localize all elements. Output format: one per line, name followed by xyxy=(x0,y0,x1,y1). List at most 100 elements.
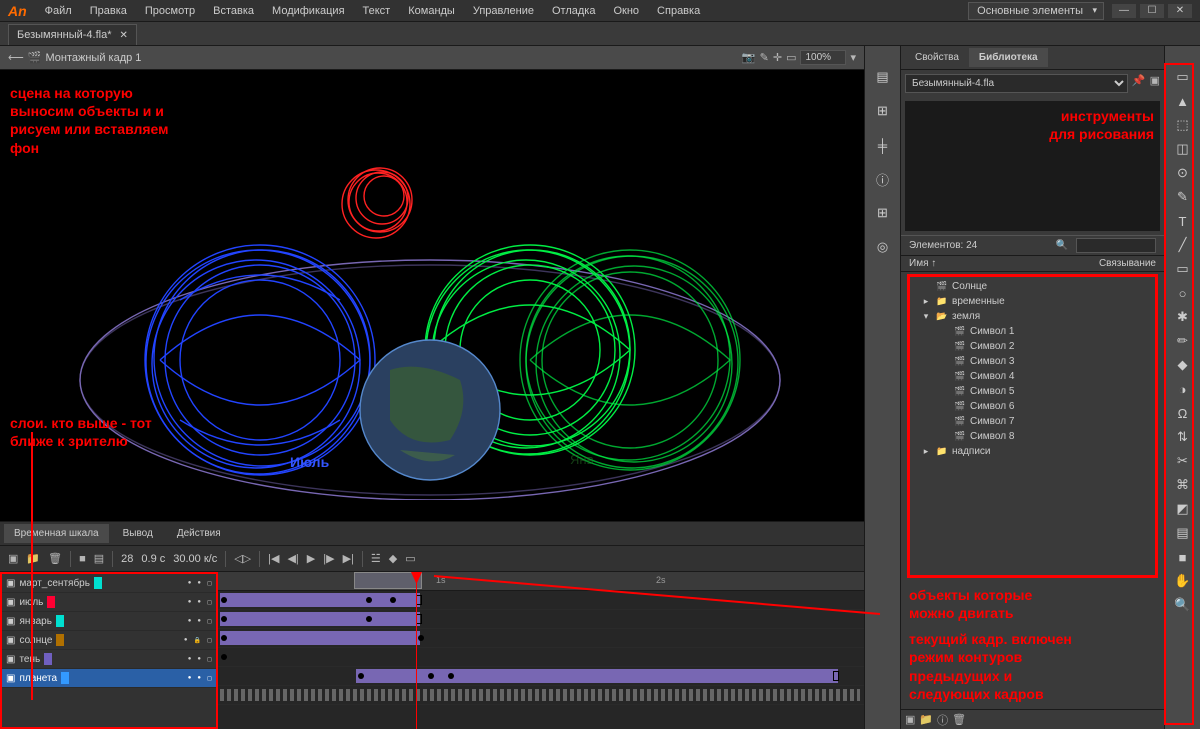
tool-button-19[interactable]: ▤ xyxy=(1172,522,1194,544)
panel-icon-2[interactable]: ╪ xyxy=(872,134,894,156)
layer-row[interactable]: ▣планета●●◻ xyxy=(2,669,216,688)
insert-frame-icon[interactable]: ▭ xyxy=(405,552,415,565)
menu-file[interactable]: Файл xyxy=(37,2,80,20)
menu-modify[interactable]: Модификация xyxy=(264,2,353,20)
layer-color-swatch[interactable] xyxy=(47,596,55,608)
tool-button-8[interactable]: ▭ xyxy=(1172,258,1194,280)
tool-button-7[interactable]: ╱ xyxy=(1172,234,1194,256)
panel-icon-3[interactable]: ⓘ xyxy=(872,168,894,190)
maximize-button[interactable]: ☐ xyxy=(1140,4,1164,18)
camera-icon[interactable]: 📷 xyxy=(742,51,756,64)
expand-icon[interactable]: ▸ xyxy=(920,446,932,457)
pin-icon[interactable]: 📌 xyxy=(1132,74,1146,93)
tool-button-12[interactable]: ◆ xyxy=(1172,354,1194,376)
layer-toggles[interactable]: ●●◻ xyxy=(188,618,212,625)
track-row[interactable] xyxy=(218,686,864,705)
tool-button-4[interactable]: ⊙ xyxy=(1172,162,1194,184)
onion-skin-range[interactable] xyxy=(354,572,422,589)
library-item[interactable]: 🎬Символ 1 xyxy=(912,324,1153,339)
panel-icon-4[interactable]: ⊞ xyxy=(872,202,894,224)
layer-toggles[interactable]: ●●◻ xyxy=(188,675,212,682)
close-button[interactable]: ✕ xyxy=(1168,4,1192,18)
scene-icon[interactable]: 🎬 xyxy=(28,51,42,64)
expand-icon[interactable]: ▾ xyxy=(920,311,932,322)
track-row[interactable] xyxy=(218,629,864,648)
insert-keyframe-icon[interactable]: ◆ xyxy=(389,552,397,565)
library-item[interactable]: ▾📂земля xyxy=(912,309,1153,324)
tab-library[interactable]: Библиотека xyxy=(969,48,1048,67)
frames-area[interactable]: 1s 2s xyxy=(218,572,864,729)
loop-icon[interactable]: ◁▷ xyxy=(234,552,251,565)
expand-icon[interactable]: ▸ xyxy=(920,296,932,307)
library-item[interactable]: 🎬Символ 3 xyxy=(912,354,1153,369)
layer-row[interactable]: ▣тень●●◻ xyxy=(2,650,216,669)
library-item[interactable]: ▸📁надписи xyxy=(912,444,1153,459)
tool-button-13[interactable]: ◑ xyxy=(1172,378,1194,400)
layer-toggles[interactable]: ●🔒◻ xyxy=(184,637,212,644)
menu-control[interactable]: Управление xyxy=(465,2,542,20)
menu-edit[interactable]: Правка xyxy=(82,2,135,20)
tool-button-10[interactable]: ✱ xyxy=(1172,306,1194,328)
library-document-dropdown[interactable]: Безымянный-4.fla xyxy=(905,74,1128,93)
tool-button-18[interactable]: ◩ xyxy=(1172,498,1194,520)
tool-button-20[interactable]: ■ xyxy=(1172,546,1194,568)
new-folder-icon[interactable]: 📁 xyxy=(919,713,933,726)
layer-color-swatch[interactable] xyxy=(94,577,102,589)
library-item[interactable]: 🎬Символ 2 xyxy=(912,339,1153,354)
delete-icon[interactable]: 🗑 xyxy=(952,713,966,726)
tool-button-11[interactable]: ✏ xyxy=(1172,330,1194,352)
library-item[interactable]: 🎬Солнце xyxy=(912,279,1153,294)
menu-help[interactable]: Справка xyxy=(649,2,708,20)
crosshair-icon[interactable]: ✛ xyxy=(773,51,782,64)
camera-layer-icon[interactable]: ■ xyxy=(79,553,86,565)
tab-timeline[interactable]: Временная шкала xyxy=(4,524,109,543)
tool-button-3[interactable]: ◫ xyxy=(1172,138,1194,160)
menu-view[interactable]: Просмотр xyxy=(137,2,203,20)
layer-row[interactable]: ▣январь●●◻ xyxy=(2,612,216,631)
library-item[interactable]: ▸📁временные xyxy=(912,294,1153,309)
zoom-dropdown-icon[interactable]: ▾ xyxy=(850,51,856,64)
menu-text[interactable]: Текст xyxy=(355,2,399,20)
onion-skin-icon[interactable]: ☱ xyxy=(371,552,381,565)
panel-icon-0[interactable]: ▤ xyxy=(872,66,894,88)
last-frame-icon[interactable]: ▶| xyxy=(343,552,354,565)
col-linkage[interactable]: Связывание xyxy=(1099,258,1156,269)
track-row[interactable] xyxy=(218,610,864,629)
workspace-dropdown[interactable]: Основные элементы xyxy=(968,2,1104,20)
layer-toggles[interactable]: ●●◻ xyxy=(188,656,212,663)
tab-output[interactable]: Вывод xyxy=(113,524,163,543)
library-item[interactable]: 🎬Символ 4 xyxy=(912,369,1153,384)
first-frame-icon[interactable]: |◀ xyxy=(268,552,279,565)
col-name[interactable]: Имя ↑ xyxy=(909,258,936,269)
minimize-button[interactable]: — xyxy=(1112,4,1136,18)
layer-color-swatch[interactable] xyxy=(61,672,69,684)
tool-button-1[interactable]: ▲ xyxy=(1172,90,1194,112)
new-symbol-icon[interactable]: ▣ xyxy=(905,713,915,726)
tool-button-22[interactable]: 🔍 xyxy=(1172,594,1194,616)
new-folder-icon[interactable]: 📁 xyxy=(26,552,40,565)
back-icon[interactable]: ⟵ xyxy=(8,51,24,64)
panel-icon-1[interactable]: ⊞ xyxy=(872,100,894,122)
tool-button-9[interactable]: ○ xyxy=(1172,282,1194,304)
tool-button-15[interactable]: ⇅ xyxy=(1172,426,1194,448)
stage-canvas[interactable]: сцена на которую выносим объекты и и рис… xyxy=(0,70,864,521)
properties-icon[interactable]: ⓘ xyxy=(937,712,948,728)
next-frame-icon[interactable]: |▶ xyxy=(323,552,334,565)
library-item[interactable]: 🎬Символ 5 xyxy=(912,384,1153,399)
edit-scene-icon[interactable]: ✎ xyxy=(760,51,769,64)
tool-button-0[interactable]: ▭ xyxy=(1172,66,1194,88)
panel-icon-5[interactable]: ◎ xyxy=(872,236,894,258)
tool-button-17[interactable]: ⌘ xyxy=(1172,474,1194,496)
zoom-input[interactable] xyxy=(800,50,846,65)
layer-toggles[interactable]: ●●◻ xyxy=(188,580,212,587)
delete-layer-icon[interactable]: 🗑 xyxy=(48,552,62,565)
layer-row[interactable]: ▣солнце●🔒◻ xyxy=(2,631,216,650)
menu-debug[interactable]: Отладка xyxy=(544,2,603,20)
prev-frame-icon[interactable]: ◀| xyxy=(287,552,298,565)
layer-view-icon[interactable]: ▤ xyxy=(94,552,104,565)
timeline-ruler[interactable]: 1s 2s xyxy=(218,572,864,591)
track-row[interactable] xyxy=(218,667,864,686)
tool-button-21[interactable]: ✋ xyxy=(1172,570,1194,592)
new-layer-icon[interactable]: ▣ xyxy=(8,552,18,565)
playhead[interactable] xyxy=(416,572,417,729)
